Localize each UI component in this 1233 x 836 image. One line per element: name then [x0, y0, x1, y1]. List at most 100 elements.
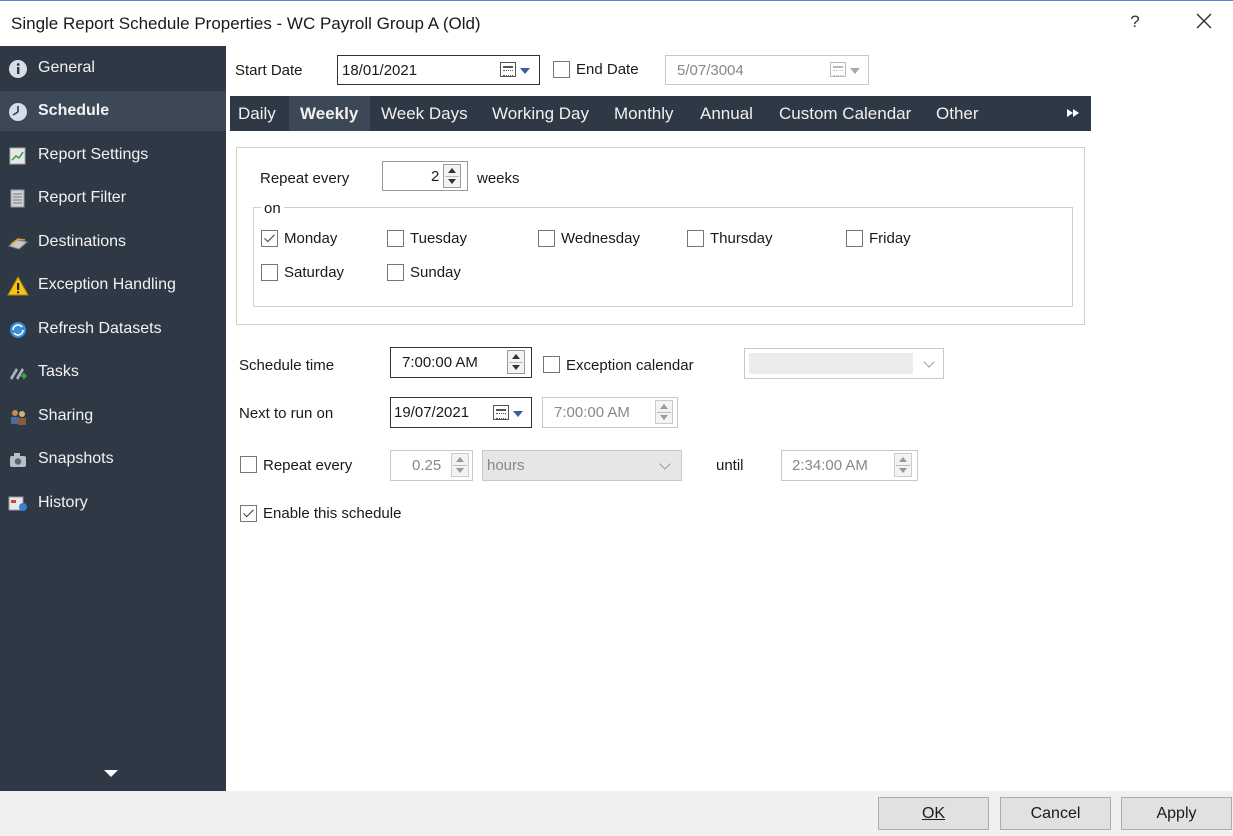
start-date-label: Start Date [235, 62, 303, 79]
sunday-checkbox[interactable] [387, 264, 404, 281]
sidebar-item-label: Exception Handling [38, 276, 176, 293]
sunday-label: Sunday [410, 264, 461, 281]
repeat-unit-value: hours [487, 457, 525, 474]
sidebar-item-general[interactable]: General [0, 48, 226, 88]
days-groupbox [253, 207, 1073, 307]
dropdown-arrow-icon [850, 68, 860, 74]
tab-weekly[interactable]: Weekly [289, 96, 370, 131]
next-run-date-value: 19/07/2021 [394, 404, 470, 421]
tab-monthly[interactable]: Monthly [603, 96, 688, 131]
repeat-weeks-label: Repeat every [260, 170, 350, 187]
end-date-value: 5/07/3004 [677, 62, 744, 79]
dropdown-arrow-icon[interactable] [520, 68, 530, 74]
tuesday-label: Tuesday [410, 230, 467, 247]
tuesday-checkbox[interactable] [387, 230, 404, 247]
next-run-label: Next to run on [239, 405, 334, 422]
exception-calendar-checkbox[interactable] [543, 356, 560, 373]
sidebar-item-history[interactable]: History [0, 483, 226, 523]
wednesday-checkbox[interactable] [538, 230, 555, 247]
sidebar-item-report-filter[interactable]: Report Filter [0, 178, 226, 218]
repeat-weeks-spinner[interactable] [443, 164, 461, 188]
end-date-label: End Date [576, 61, 639, 78]
tab-annual[interactable]: Annual [688, 96, 766, 131]
sidebar-item-destinations[interactable]: Destinations [0, 222, 226, 262]
repeat-interval-spinner[interactable] [451, 453, 469, 477]
warning-icon [7, 275, 29, 296]
exception-calendar-value [749, 353, 913, 374]
repeat-interval-checkbox[interactable] [240, 456, 257, 473]
repeat-weeks-unit: weeks [477, 170, 520, 187]
days-group-label: on [261, 200, 284, 217]
friday-checkbox[interactable] [846, 230, 863, 247]
schedule-panel: Start Date 18/01/2021 End Date 5/07/3004… [226, 46, 1233, 791]
chevron-down-icon[interactable] [923, 356, 935, 368]
start-date-field[interactable]: 18/01/2021 [337, 55, 540, 85]
sidebar-item-schedule[interactable]: Schedule [0, 91, 226, 131]
monday-label: Monday [284, 230, 338, 247]
until-time-spinner[interactable] [894, 453, 912, 477]
repeat-interval-input[interactable]: 0.25 [390, 450, 473, 481]
tab-daily[interactable]: Daily [230, 96, 289, 131]
tab-custom-calendar[interactable]: Custom Calendar [766, 96, 923, 131]
calendar-icon[interactable] [493, 405, 509, 420]
snapshots-icon [10, 453, 26, 467]
sidebar-scroll-down-icon[interactable] [104, 770, 118, 777]
dropdown-arrow-icon[interactable] [513, 411, 523, 417]
schedule-time-input[interactable]: 7:00:00 AM [390, 347, 532, 378]
chevron-down-icon[interactable] [659, 458, 671, 470]
sidebar-item-label: History [38, 494, 88, 511]
refresh-icon [10, 322, 26, 338]
sidebar-item-exception-handling[interactable]: Exception Handling [0, 265, 226, 305]
apply-button[interactable]: Apply [1121, 797, 1232, 830]
sidebar-item-refresh-datasets[interactable]: Refresh Datasets [0, 309, 226, 349]
monday-checkbox[interactable] [261, 230, 278, 247]
sidebar-item-label: Refresh Datasets [38, 320, 162, 337]
exception-calendar-label: Exception calendar [566, 357, 694, 374]
next-run-time-value: 7:00:00 AM [554, 404, 630, 421]
saturday-label: Saturday [284, 264, 345, 281]
next-run-time-field[interactable]: 7:00:00 AM [542, 397, 678, 428]
sidebar-item-sharing[interactable]: Sharing [0, 396, 226, 436]
weekly-options-panel: Repeat every 2 weeks on Monday Tuesday W… [236, 147, 1085, 325]
end-date-field[interactable]: 5/07/3004 [665, 55, 869, 85]
saturday-checkbox[interactable] [261, 264, 278, 281]
exception-calendar-select[interactable] [744, 348, 944, 379]
history-icon [8, 496, 27, 511]
end-date-checkbox[interactable] [553, 61, 570, 78]
friday-label: Friday [869, 230, 911, 247]
help-button[interactable]: ? [1126, 12, 1144, 32]
tab-other[interactable]: Other [923, 96, 993, 131]
sidebar-item-label: Tasks [38, 363, 79, 380]
sidebar-item-label: Snapshots [38, 450, 114, 467]
next-run-date-field[interactable]: 19/07/2021 [390, 397, 532, 428]
sidebar-item-report-settings[interactable]: Report Settings [0, 135, 226, 175]
sidebar-item-label: Sharing [38, 407, 94, 424]
schedule-time-value: 7:00:00 AM [402, 354, 478, 371]
sidebar-item-tasks[interactable]: Tasks [0, 352, 226, 392]
repeat-weeks-input[interactable]: 2 [382, 161, 468, 191]
sharing-icon [11, 410, 26, 425]
next-run-time-spinner[interactable] [655, 400, 673, 424]
ok-button[interactable]: OK [878, 797, 989, 830]
info-icon [9, 60, 27, 78]
schedule-time-spinner[interactable] [507, 350, 525, 374]
dialog-footer: OK Cancel Apply [0, 791, 1233, 836]
sidebar-item-label: Report Filter [38, 189, 127, 206]
tabs-scroll-right-icon[interactable] [1066, 108, 1082, 119]
until-time-field[interactable]: 2:34:00 AM [781, 450, 918, 481]
until-time-value: 2:34:00 AM [792, 457, 868, 474]
cancel-button[interactable]: Cancel [1000, 797, 1111, 830]
repeat-unit-select[interactable]: hours [482, 450, 682, 481]
enable-schedule-checkbox[interactable] [240, 505, 257, 522]
close-icon[interactable] [1192, 9, 1216, 33]
clock-icon [9, 103, 27, 121]
tab-week-days[interactable]: Week Days [370, 96, 481, 131]
apply-button-label: Apply [1156, 805, 1197, 822]
sidebar-item-snapshots[interactable]: Snapshots [0, 439, 226, 479]
calendar-icon[interactable] [500, 62, 516, 77]
report-settings-icon [9, 147, 26, 165]
tasks-icon [10, 368, 27, 380]
enable-schedule-label: Enable this schedule [263, 505, 402, 522]
tab-working-day[interactable]: Working Day [481, 96, 603, 131]
thursday-checkbox[interactable] [687, 230, 704, 247]
